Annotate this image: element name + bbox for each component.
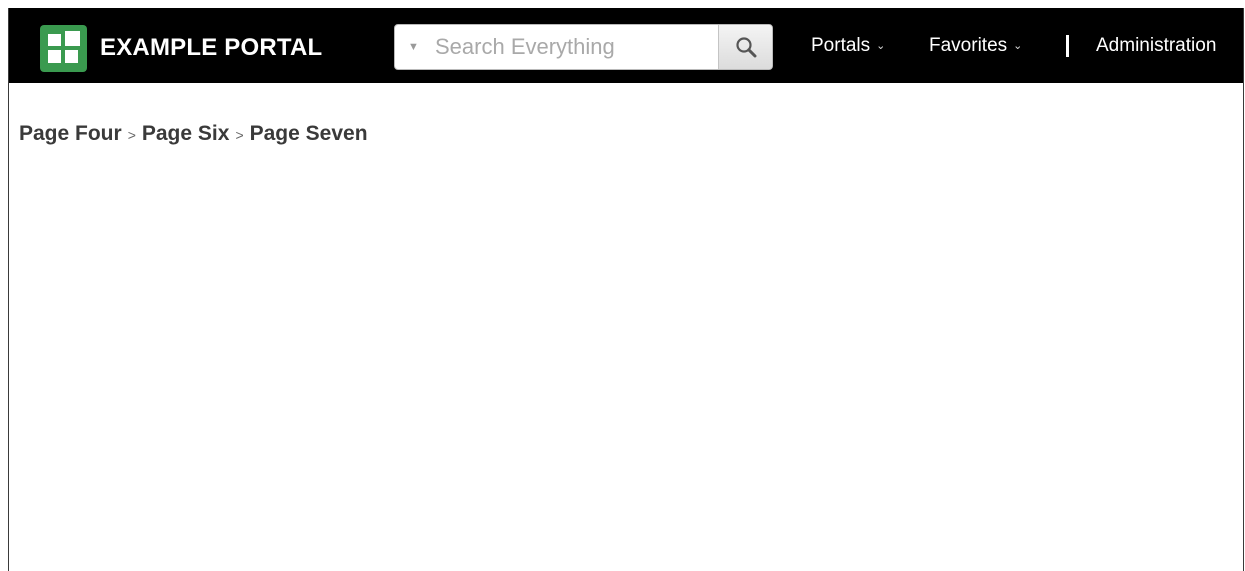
search-input[interactable] [435, 29, 715, 65]
nav-divider [1066, 35, 1069, 57]
search-button[interactable] [718, 25, 772, 69]
grid-logo-icon [40, 24, 87, 72]
brand-link[interactable]: EXAMPLE PORTAL [40, 24, 322, 72]
administration-label: Administration [1096, 34, 1217, 56]
breadcrumb-item-page-four[interactable]: Page Four [19, 122, 122, 146]
page-frame: EXAMPLE PORTAL ▼ Portals ⌄ Favorites ⌄ A… [8, 8, 1244, 571]
breadcrumb-item-page-seven: Page Seven [249, 122, 368, 145]
top-navigation-bar: EXAMPLE PORTAL ▼ Portals ⌄ Favorites ⌄ A… [9, 8, 1243, 83]
caret-down-icon[interactable]: ▼ [408, 25, 419, 69]
chevron-down-icon: ⌄ [876, 40, 886, 52]
breadcrumb: Page Four > Page Six > Page Seven [19, 122, 368, 146]
search-box: ▼ [394, 24, 773, 70]
administration-link[interactable]: Administration [1096, 8, 1216, 83]
favorites-menu[interactable]: Favorites ⌄ [929, 8, 1022, 83]
breadcrumb-item-page-six[interactable]: Page Six [142, 122, 230, 146]
favorites-label: Favorites [929, 34, 1008, 56]
portals-menu[interactable]: Portals ⌄ [811, 8, 885, 83]
chevron-down-icon: ⌄ [1013, 40, 1023, 52]
breadcrumb-separator: > [127, 127, 136, 143]
search-icon [735, 37, 756, 58]
portals-label: Portals [811, 34, 871, 56]
brand-name: EXAMPLE PORTAL [100, 34, 323, 61]
breadcrumb-separator: > [235, 127, 244, 143]
